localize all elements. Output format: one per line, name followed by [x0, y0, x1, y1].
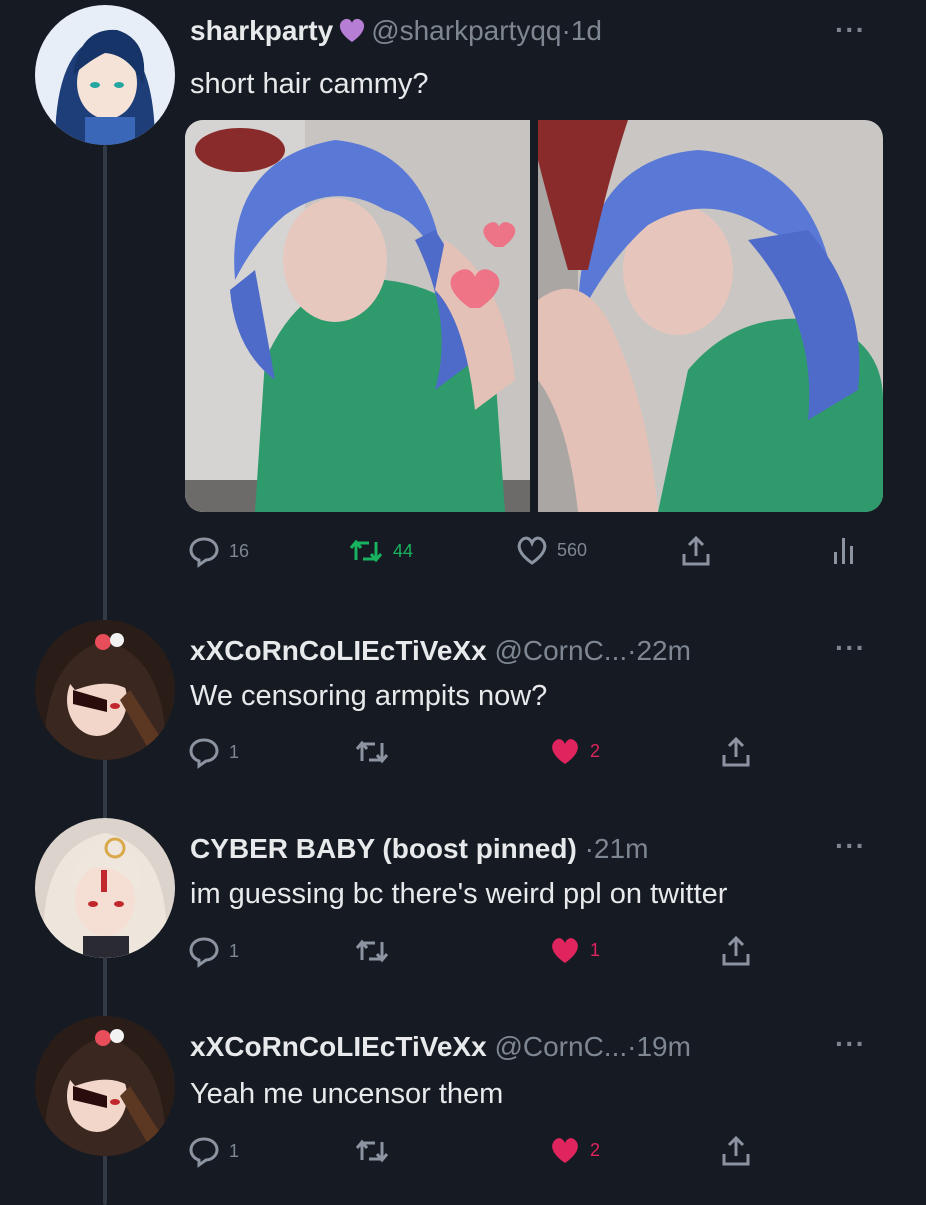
share-icon	[682, 535, 710, 566]
share-icon	[722, 1135, 750, 1166]
analytics-button[interactable]	[833, 534, 855, 566]
like-button[interactable]: 560	[515, 534, 587, 566]
tweet-text: short hair cammy?	[190, 68, 429, 100]
retweet-icon	[355, 740, 389, 764]
tweet-actions: 1 1	[185, 934, 875, 974]
tweet-actions: 1 2	[185, 735, 875, 775]
tweet-header: CYBER BABY (boost pinned) ·21m	[190, 832, 648, 866]
retweet-count: 44	[393, 540, 414, 561]
timestamp[interactable]: 19m	[636, 1031, 690, 1062]
tweet-header: xXCoRnCoLIEcTiVeXx @CornC...·22m	[190, 634, 691, 668]
share-icon	[722, 736, 750, 767]
timestamp[interactable]: 22m	[636, 635, 690, 666]
reply-icon	[189, 937, 219, 968]
reply-count: 1	[229, 940, 240, 961]
tweet-text: im guessing bc there's weird ppl on twit…	[190, 878, 728, 910]
media-grid[interactable]	[185, 120, 883, 512]
tweet-actions: 1 2	[185, 1134, 875, 1174]
reply-button[interactable]: 1	[187, 934, 239, 968]
retweet-icon	[355, 939, 389, 963]
reply-icon	[189, 537, 219, 568]
retweet-button[interactable]: 44	[347, 534, 413, 568]
display-name[interactable]: sharkparty	[190, 15, 333, 46]
reply-button[interactable]: 1	[187, 735, 239, 769]
timestamp[interactable]: 1d	[571, 15, 602, 46]
handle[interactable]: @sharkpartyqq	[371, 15, 561, 46]
share-button[interactable]	[680, 534, 712, 568]
more-options-button[interactable]: ···	[835, 632, 866, 664]
more-options-button[interactable]: ···	[835, 1028, 866, 1060]
avatar[interactable]	[35, 818, 175, 958]
share-button[interactable]	[720, 1134, 752, 1168]
heart-filled-icon	[552, 739, 578, 764]
tweet-text: Yeah me uncensor them	[190, 1078, 504, 1110]
avatar[interactable]	[35, 5, 175, 145]
heart-filled-icon	[552, 1138, 578, 1163]
photo-1-image	[185, 120, 530, 512]
reply-button[interactable]: 1	[187, 1134, 239, 1168]
heart-outline-icon	[517, 536, 547, 565]
photo-2-image	[538, 120, 883, 512]
purple-heart-icon	[337, 16, 367, 52]
like-count: 2	[590, 1139, 601, 1160]
share-button[interactable]	[720, 735, 752, 769]
more-options-button[interactable]: ···	[835, 830, 866, 862]
like-count: 2	[590, 740, 601, 761]
like-count: 560	[557, 539, 588, 560]
separator-dot: ·	[561, 15, 571, 46]
tweet-actions: 16 44 560	[185, 534, 875, 574]
retweet-button[interactable]	[353, 735, 399, 769]
retweet-icon	[349, 539, 383, 563]
handle[interactable]: @CornC...	[494, 1031, 627, 1062]
reply-count: 1	[229, 1140, 240, 1161]
avatar-image	[35, 620, 175, 760]
share-icon	[722, 935, 750, 966]
display-name[interactable]: xXCoRnCoLIEcTiVeXx	[190, 1031, 487, 1062]
analytics-icon	[834, 538, 853, 564]
separator-dot: ·	[584, 833, 594, 864]
reply-count: 16	[229, 540, 250, 561]
avatar-image	[35, 818, 175, 958]
reply-count: 1	[229, 741, 240, 762]
timestamp[interactable]: 21m	[594, 833, 648, 864]
avatar-image	[35, 1016, 175, 1156]
avatar-image	[35, 5, 175, 145]
share-button[interactable]	[720, 934, 752, 968]
like-button[interactable]: 2	[548, 735, 600, 767]
display-name[interactable]: xXCoRnCoLIEcTiVeXx	[190, 635, 487, 666]
like-button[interactable]: 2	[548, 1134, 600, 1166]
avatar[interactable]	[35, 1016, 175, 1156]
reply-icon	[189, 1137, 219, 1168]
like-count: 1	[590, 939, 601, 960]
avatar[interactable]	[35, 620, 175, 760]
retweet-button[interactable]	[353, 934, 399, 968]
tweet-text: We censoring armpits now?	[190, 680, 548, 712]
photo-1[interactable]	[185, 120, 530, 512]
reply-button[interactable]: 16	[187, 534, 249, 568]
tweet-header: xXCoRnCoLIEcTiVeXx @CornC...·19m	[190, 1030, 691, 1064]
display-name[interactable]: CYBER BABY (boost pinned)	[190, 833, 577, 864]
photo-2[interactable]	[538, 120, 883, 512]
retweet-icon	[355, 1139, 389, 1163]
more-options-button[interactable]: ···	[835, 14, 866, 46]
like-button[interactable]: 1	[548, 934, 600, 966]
handle[interactable]: @CornC...	[494, 635, 627, 666]
heart-filled-icon	[552, 938, 578, 963]
tweet-header: sharkparty @sharkpartyqq·1d	[190, 14, 602, 52]
retweet-button[interactable]	[353, 1134, 399, 1168]
reply-icon	[189, 738, 219, 769]
